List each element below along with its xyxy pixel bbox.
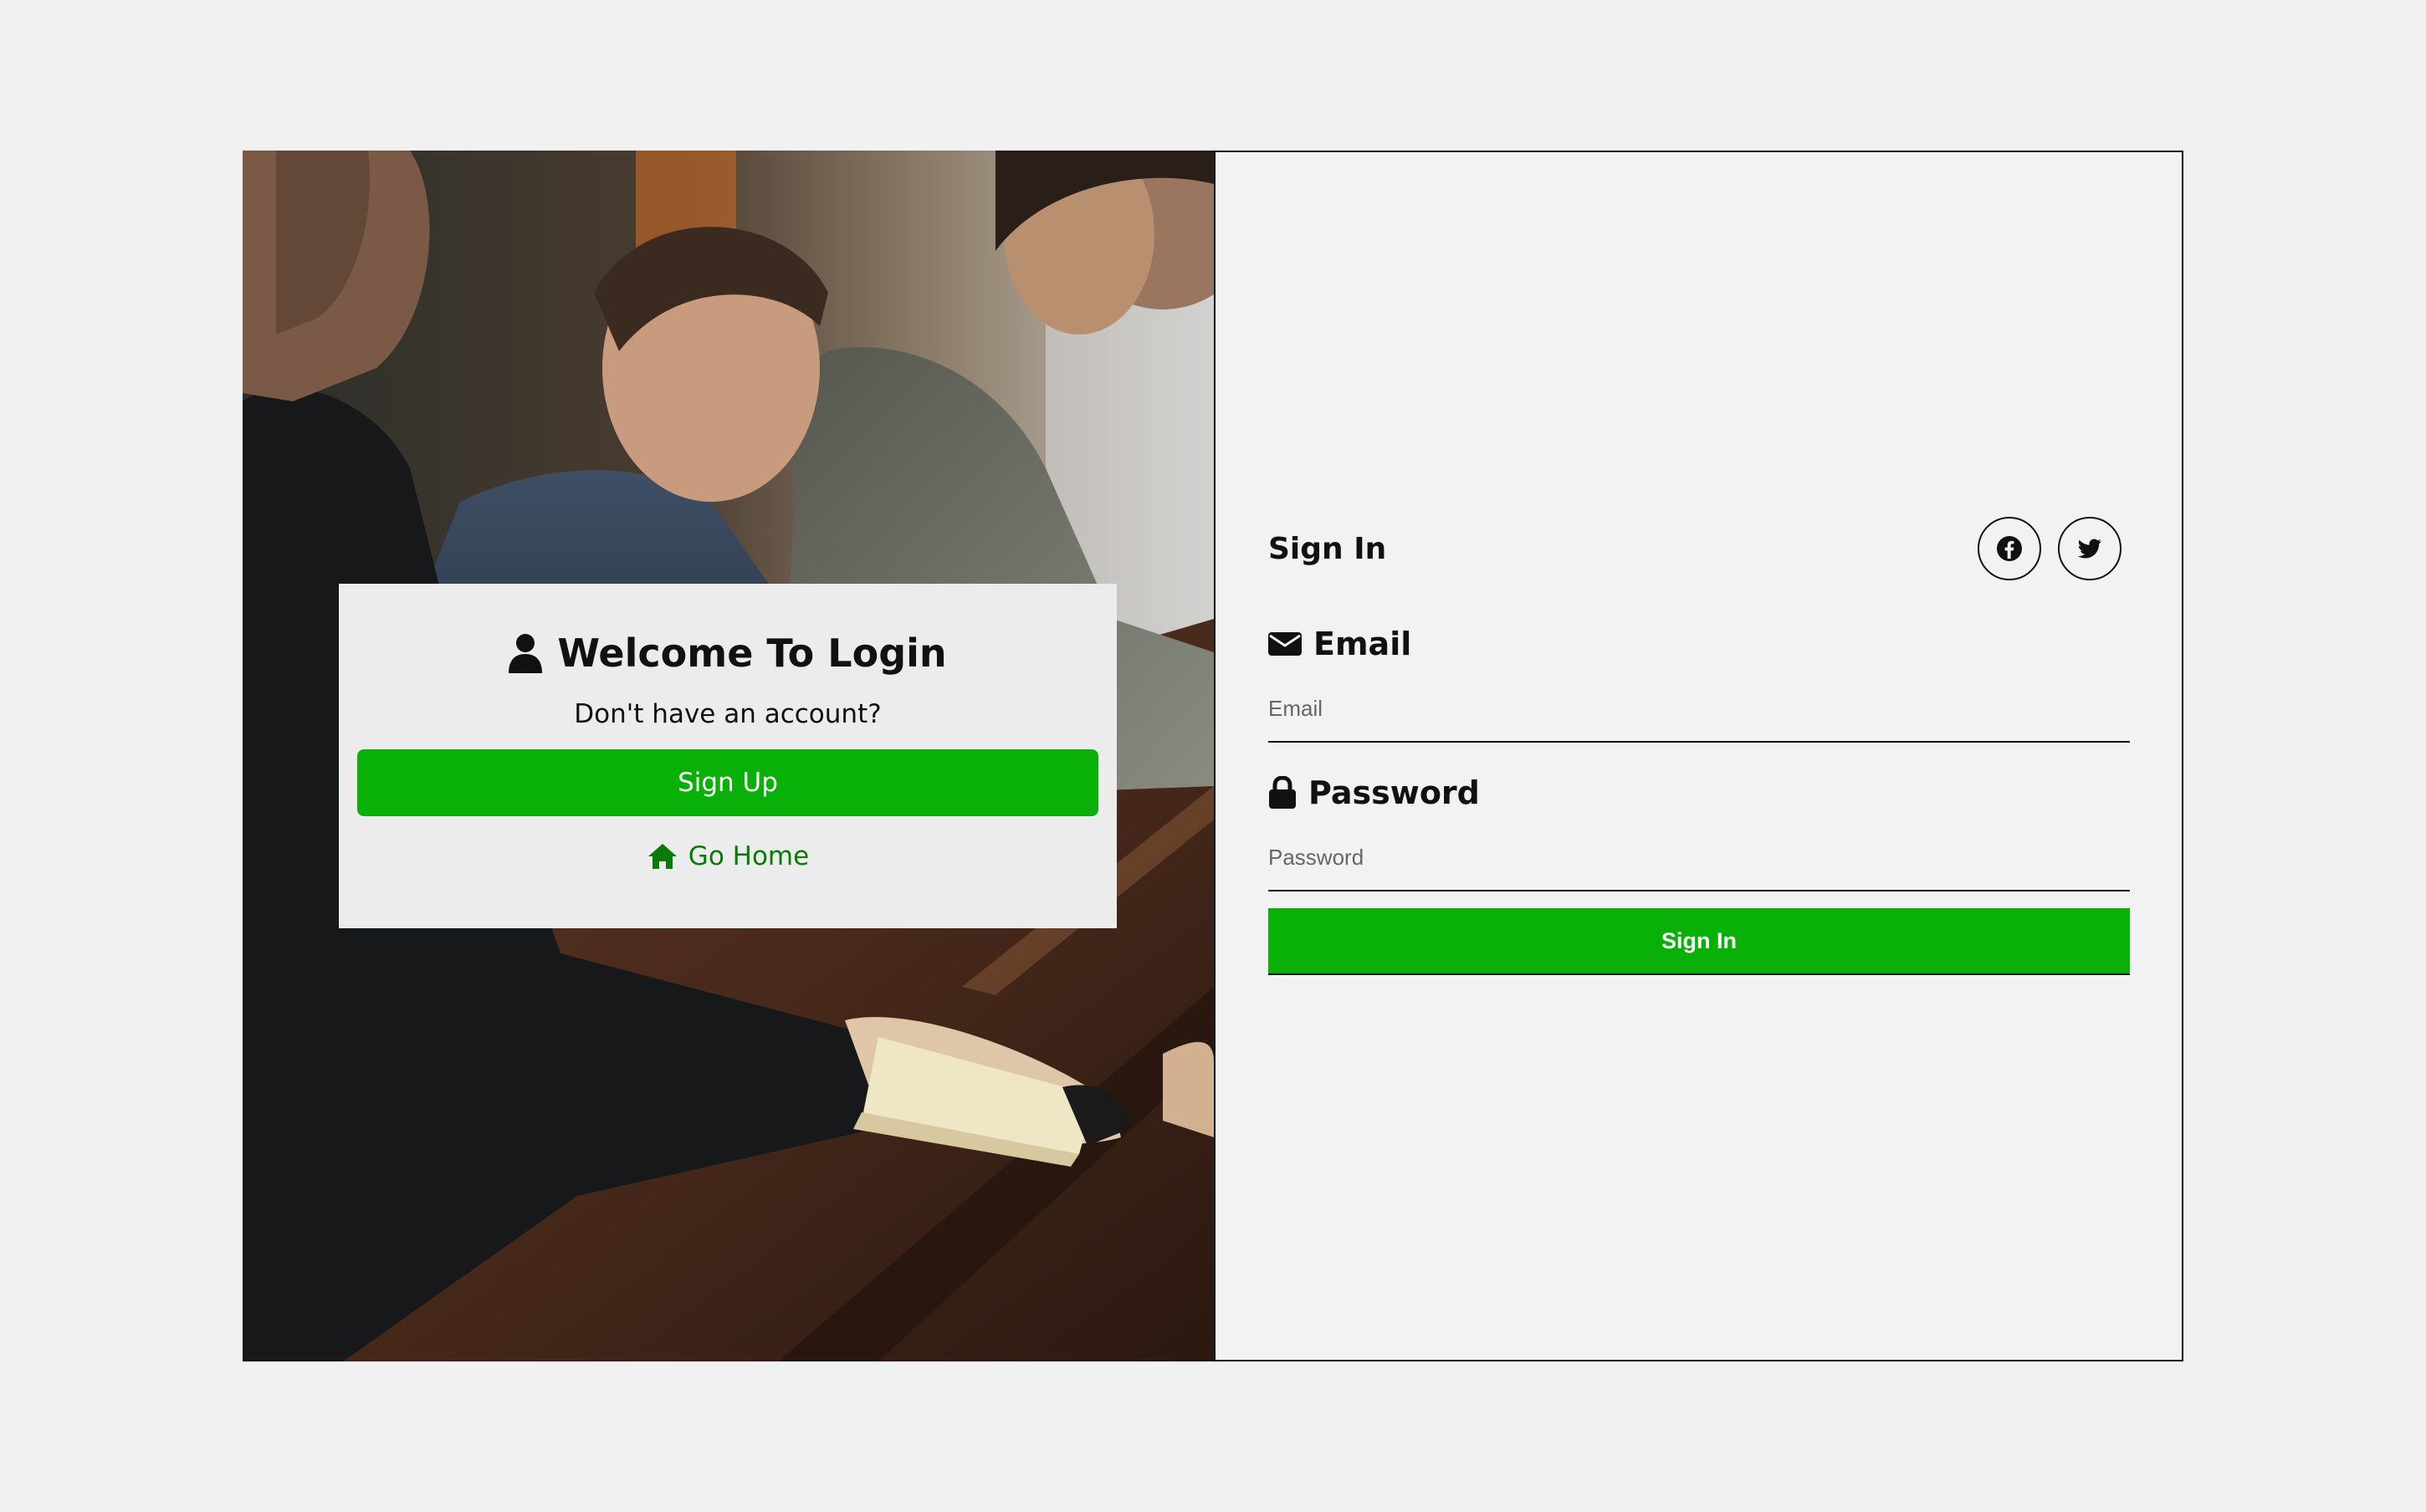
password-input[interactable] xyxy=(1268,825,2130,891)
go-home-link[interactable]: Go Home xyxy=(647,841,809,871)
email-label-text: Email xyxy=(1313,626,1412,662)
welcome-title: Welcome To Login xyxy=(357,626,1098,681)
envelope-icon xyxy=(1268,631,1302,657)
go-home-label: Go Home xyxy=(688,841,810,871)
twitter-icon xyxy=(2077,539,2101,559)
email-input[interactable] xyxy=(1268,676,2130,743)
twitter-button[interactable] xyxy=(2058,517,2121,580)
lock-icon xyxy=(1268,776,1297,810)
login-container: Welcome To Login Don't have an account? … xyxy=(243,151,2183,1361)
welcome-title-text: Welcome To Login xyxy=(557,631,947,676)
no-account-text: Don't have an account? xyxy=(574,699,882,729)
form-header: Sign In xyxy=(1268,513,2130,584)
home-icon xyxy=(647,842,678,871)
facebook-icon xyxy=(1997,536,2022,561)
email-label: Email xyxy=(1268,621,2130,667)
password-label-text: Password xyxy=(1308,774,1480,811)
sign-in-button[interactable]: Sign In xyxy=(1268,908,2130,975)
user-icon xyxy=(509,633,543,673)
hero-photo-panel: Welcome To Login Don't have an account? … xyxy=(243,151,1214,1361)
sign-in-form: Sign In Email Email Password Sign In xyxy=(1268,513,2130,975)
social-buttons xyxy=(1978,517,2121,580)
sign-in-heading: Sign In xyxy=(1268,531,1387,566)
password-label: Password xyxy=(1268,769,2130,816)
sign-up-button[interactable]: Sign Up xyxy=(357,749,1098,816)
sign-in-panel: Sign In Email Email Password Sign In xyxy=(1214,151,2183,1361)
welcome-card: Welcome To Login Don't have an account? … xyxy=(339,584,1117,928)
facebook-button[interactable] xyxy=(1978,517,2041,580)
